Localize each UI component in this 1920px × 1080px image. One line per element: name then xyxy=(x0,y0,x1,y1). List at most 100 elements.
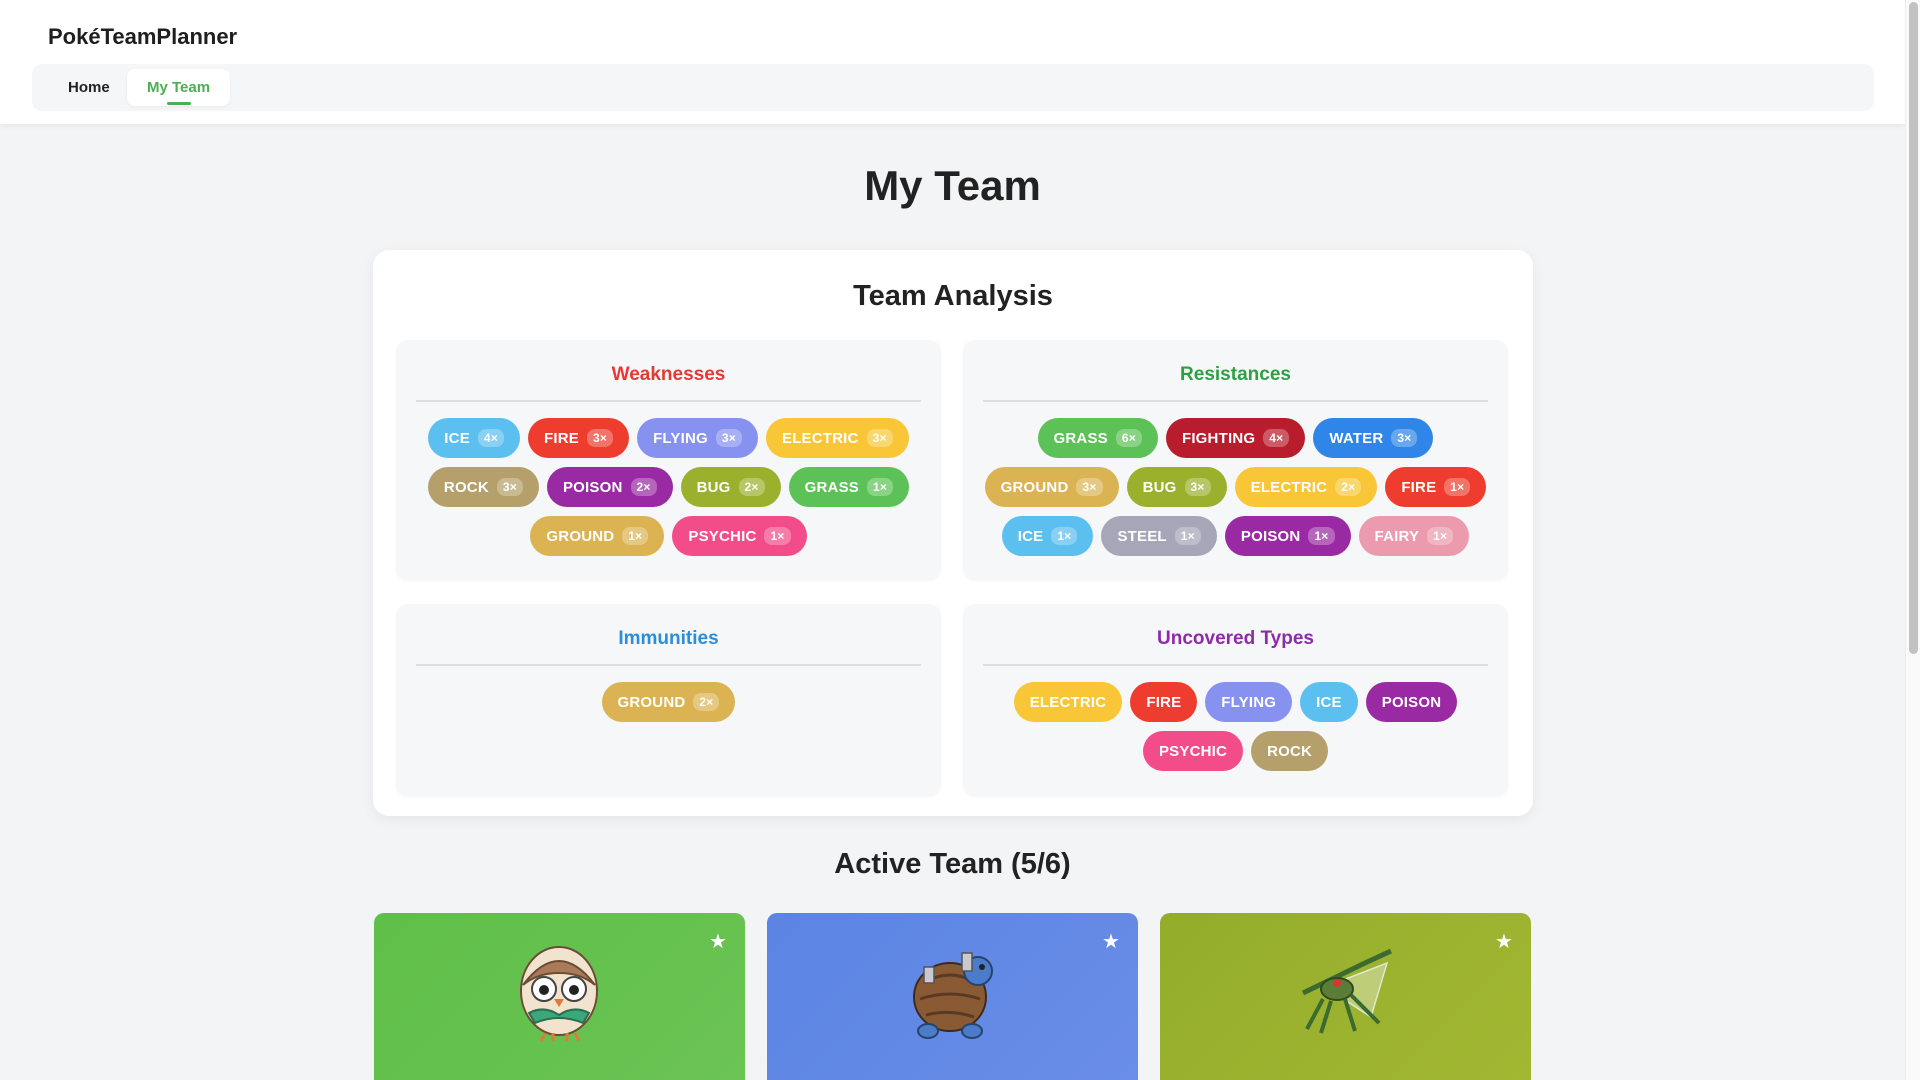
resistances-chips: GRASS 6× FIGHTING 4× WATER 3× GROUND 3× BUG 3× ELE… xyxy=(983,418,1488,556)
multiplier-badge: 3× xyxy=(1184,478,1211,496)
favorite-star-icon[interactable]: ★ xyxy=(1491,929,1517,955)
immunities-title: Immunities xyxy=(416,628,921,666)
resistance-chip-water[interactable]: WATER 3× xyxy=(1313,418,1434,458)
weakness-chip-ground[interactable]: GROUND 1× xyxy=(530,516,665,556)
resistance-chip-fighting[interactable]: FIGHTING 4× xyxy=(1165,418,1306,458)
multiplier-badge: 1× xyxy=(1308,527,1335,545)
uncovered-chip-poison[interactable]: POISON xyxy=(1365,682,1458,722)
weakness-chip-grass[interactable]: GRASS 1× xyxy=(788,467,910,507)
weaknesses-chips: ICE 4× FIRE 3× FLYING 3× ELECTRIC 3× ROCK 3× POISO… xyxy=(416,418,921,556)
weakness-chip-ice[interactable]: ICE 4× xyxy=(428,418,520,458)
multiplier-badge: 2× xyxy=(738,478,765,496)
uncovered-chip-ice[interactable]: ICE xyxy=(1300,682,1358,722)
nav-home[interactable]: Home xyxy=(48,69,130,106)
favorite-star-icon[interactable]: ★ xyxy=(705,929,731,955)
multiplier-badge: 3× xyxy=(715,429,742,447)
type-label: STEEL xyxy=(1117,527,1167,545)
multiplier-badge: 2× xyxy=(630,478,657,496)
type-label: ROCK xyxy=(443,478,489,496)
type-label: PSYCHIC xyxy=(688,527,757,545)
resistances-panel: Resistances GRASS 6× FIGHTING 4× WATER 3× GROU… xyxy=(963,340,1508,580)
type-label: POISON xyxy=(562,478,623,496)
weaknesses-panel: Weaknesses ICE 4× FIRE 3× FLYING 3× ELECTRIC 3×… xyxy=(396,340,941,580)
type-label: BUG xyxy=(1142,478,1177,496)
type-label: FIRE xyxy=(544,429,579,447)
type-label: PSYCHIC xyxy=(1158,742,1228,760)
weaknesses-title: Weaknesses xyxy=(416,364,921,402)
multiplier-badge: 3× xyxy=(496,478,523,496)
weakness-chip-electric[interactable]: ELECTRIC 3× xyxy=(765,418,909,458)
multiplier-badge: 1× xyxy=(622,527,649,545)
uncovered-chip-electric[interactable]: ELECTRIC xyxy=(1013,682,1123,722)
team-analysis-title: Team Analysis xyxy=(853,280,1053,312)
type-label: FIGHTING xyxy=(1181,429,1256,447)
team-card-3[interactable]: ★ xyxy=(1160,913,1531,1080)
resistance-chip-fire[interactable]: FIRE 1× xyxy=(1385,467,1487,507)
resistances-title: Resistances xyxy=(983,364,1488,402)
uncovered-chip-fire[interactable]: FIRE xyxy=(1130,682,1198,722)
resistance-chip-steel[interactable]: STEEL 1× xyxy=(1101,516,1217,556)
type-label: FAIRY xyxy=(1374,527,1420,545)
nav-my-team[interactable]: My Team xyxy=(127,69,231,106)
type-label: WATER xyxy=(1329,429,1384,447)
multiplier-badge: 1× xyxy=(1051,527,1078,545)
resistance-chip-grass[interactable]: GRASS 6× xyxy=(1037,418,1158,458)
rowlet-sprite-icon xyxy=(520,946,598,1042)
multiplier-badge: 3× xyxy=(866,429,893,447)
type-label: GROUND xyxy=(1000,478,1069,496)
resistance-chip-fairy[interactable]: FAIRY 1× xyxy=(1358,516,1470,556)
uncovered-chip-rock[interactable]: ROCK xyxy=(1251,731,1329,771)
type-label: ICE xyxy=(444,429,470,447)
page-scrollbar[interactable] xyxy=(1905,0,1920,1080)
weakness-chip-poison[interactable]: POISON 2× xyxy=(546,467,673,507)
immunity-chip-ground[interactable]: GROUND 2× xyxy=(601,682,736,722)
multiplier-badge: 1× xyxy=(1427,527,1454,545)
multiplier-badge: 1× xyxy=(1444,478,1471,496)
type-label: GROUND xyxy=(617,693,686,711)
team-card-1[interactable]: ★ xyxy=(374,913,745,1080)
scrollbar-thumb[interactable] xyxy=(1909,2,1918,654)
type-label: ICE xyxy=(1316,693,1342,711)
type-label: FIRE xyxy=(1401,478,1437,496)
immunities-panel: Immunities GROUND 2× xyxy=(396,604,941,796)
multiplier-badge: 4× xyxy=(477,429,504,447)
weakness-chip-flying[interactable]: FLYING 3× xyxy=(637,418,758,458)
resistance-chip-ice[interactable]: ICE 1× xyxy=(1001,516,1094,556)
resistance-chip-ground[interactable]: GROUND 3× xyxy=(984,467,1119,507)
type-label: POISON xyxy=(1240,527,1301,545)
uncovered-chip-psychic[interactable]: PSYCHIC xyxy=(1142,731,1244,771)
nav-bar: Home My Team xyxy=(32,64,1874,111)
type-label: ELECTRIC xyxy=(1029,693,1107,711)
blastoise-sprite-icon xyxy=(913,952,993,1039)
type-label: FIRE xyxy=(1146,693,1182,711)
multiplier-badge: 1× xyxy=(1174,527,1201,545)
top-header: PokéTeamPlanner Home My Team xyxy=(0,0,1905,124)
resistance-chip-bug[interactable]: BUG 3× xyxy=(1126,467,1227,507)
multiplier-badge: 3× xyxy=(1391,429,1418,447)
team-analysis-card: Team Analysis Weaknesses ICE 4× FIRE 3× FLYI… xyxy=(373,250,1533,816)
type-label: ELECTRIC xyxy=(1250,478,1328,496)
multiplier-badge: 1× xyxy=(866,478,894,496)
multiplier-badge: 2× xyxy=(1335,478,1362,496)
weakness-chip-rock[interactable]: ROCK 3× xyxy=(427,467,539,507)
brand-logo[interactable]: PokéTeamPlanner xyxy=(48,24,237,50)
multiplier-badge: 6× xyxy=(1115,429,1142,447)
weakness-chip-bug[interactable]: BUG 2× xyxy=(680,467,781,507)
favorite-star-icon[interactable]: ★ xyxy=(1098,929,1124,955)
type-label: FLYING xyxy=(1221,693,1277,711)
team-card-2[interactable]: ★ xyxy=(767,913,1138,1080)
type-label: GROUND xyxy=(546,527,615,545)
multiplier-badge: 2× xyxy=(693,693,720,711)
weakness-chip-fire[interactable]: FIRE 3× xyxy=(528,418,630,458)
page-title: My Team xyxy=(864,162,1041,209)
active-team-title: Active Team (5/6) xyxy=(834,848,1071,880)
weakness-chip-psychic[interactable]: PSYCHIC 1× xyxy=(672,516,807,556)
resistance-chip-poison[interactable]: POISON 1× xyxy=(1224,516,1351,556)
type-label: GRASS xyxy=(804,478,859,496)
uncovered-chip-flying[interactable]: FLYING xyxy=(1205,682,1293,722)
type-label: ROCK xyxy=(1267,742,1313,760)
type-label: GRASS xyxy=(1053,429,1108,447)
uncovered-title: Uncovered Types xyxy=(983,628,1488,666)
resistance-chip-electric[interactable]: ELECTRIC 2× xyxy=(1234,467,1378,507)
multiplier-badge: 3× xyxy=(1076,478,1103,496)
